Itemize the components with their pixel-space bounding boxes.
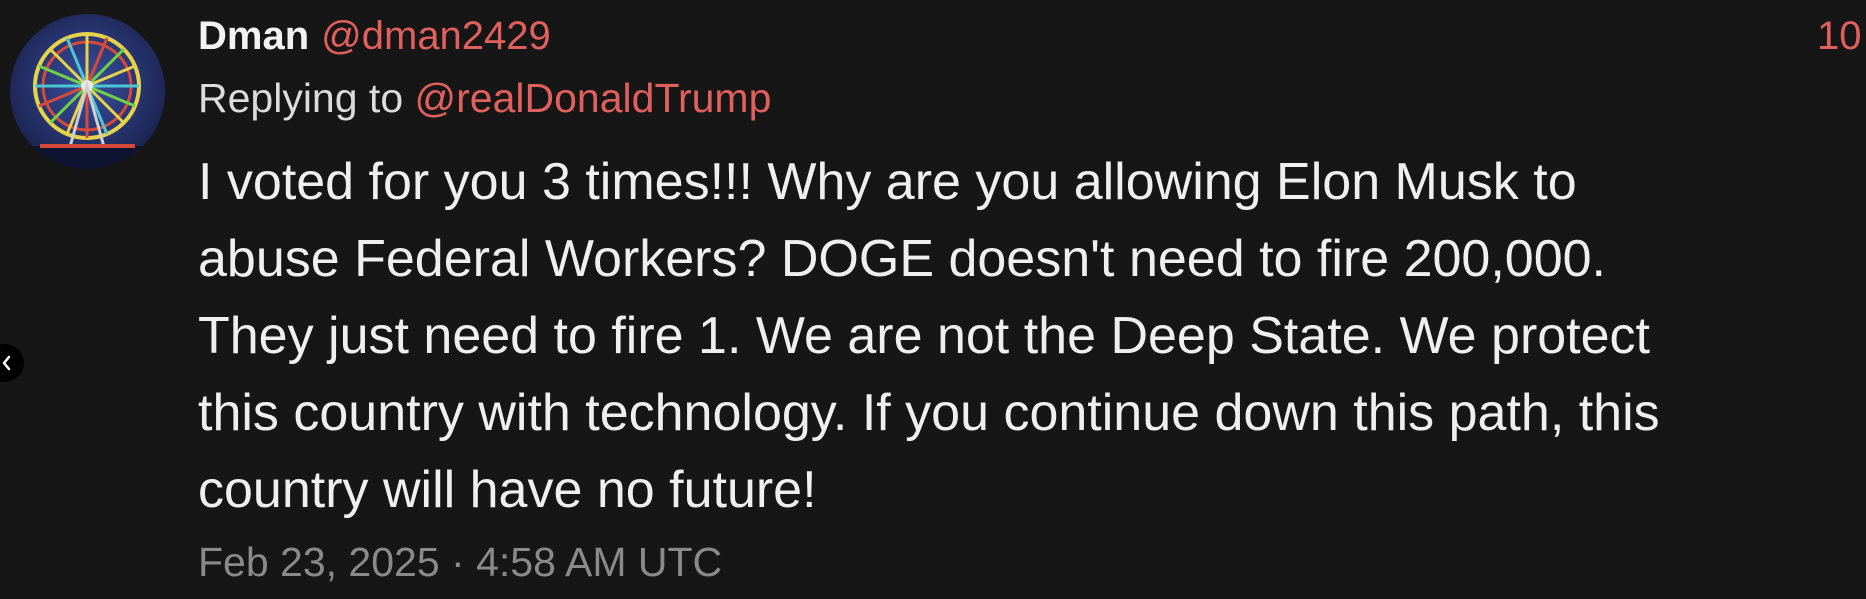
tweet-card: Dman @dman2429 Replying to @realDonaldTru…: [0, 0, 1866, 599]
tweet-count: 10: [1817, 14, 1862, 58]
ferris-wheel-avatar-icon: [10, 14, 165, 169]
replying-to-handle[interactable]: @realDonaldTrump: [415, 75, 772, 121]
tweet-header: Dman @dman2429: [198, 10, 551, 62]
replying-to: Replying to @realDonaldTrump: [198, 72, 771, 124]
avatar[interactable]: [10, 14, 165, 169]
chevron-left-icon: [2, 355, 11, 371]
display-name[interactable]: Dman: [198, 14, 309, 58]
previous-button[interactable]: [0, 344, 24, 382]
tweet-timestamp[interactable]: Feb 23, 2025 · 4:58 AM UTC: [198, 536, 722, 588]
user-handle[interactable]: @dman2429: [321, 14, 551, 58]
tweet-body: I voted for you 3 times!!! Why are you a…: [198, 153, 1660, 519]
replying-to-label: Replying to: [198, 75, 404, 121]
